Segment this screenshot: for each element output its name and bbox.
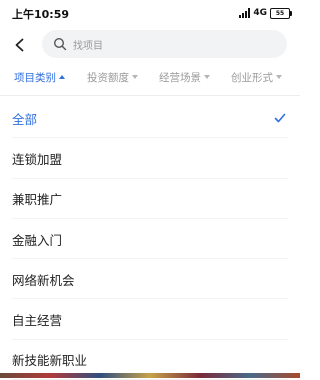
divider (0, 95, 300, 96)
check-icon (274, 112, 286, 124)
filter-bar: 项目类别 投资额度 经营场景 创业形式 (0, 66, 300, 88)
option-label: 自主经营 (12, 313, 63, 329)
back-button[interactable] (8, 33, 32, 57)
battery-icon: 55 (270, 7, 292, 19)
chevron-left-icon (15, 38, 24, 52)
signal-icon (239, 8, 251, 18)
background-content-strip (0, 373, 300, 378)
status-indicators: 4G 55 (239, 6, 292, 20)
filter-tab-label: 经营场景 (159, 71, 201, 84)
option-label: 新技能新职业 (12, 353, 88, 369)
filter-tab-label: 投资额度 (87, 71, 129, 84)
caret-up-icon (59, 75, 65, 79)
status-bar: 上午10:59 4G 55 (0, 0, 300, 26)
search-placeholder: 找项目 (73, 40, 103, 52)
caret-down-icon (204, 75, 210, 79)
filter-tab-investment[interactable]: 投资额度 (87, 66, 138, 88)
status-time: 上午10:59 (12, 8, 70, 21)
category-options-list: 全部 连锁加盟 兼职推广 金融入门 网络新机会 自主经营 新技能新职业 (0, 98, 300, 380)
option-chain-franchise[interactable]: 连锁加盟 (0, 138, 300, 179)
caret-down-icon (132, 75, 138, 79)
network-type: 4G (253, 8, 267, 18)
search-icon (53, 37, 67, 51)
option-online-opportunity[interactable]: 网络新机会 (0, 259, 300, 300)
battery-level: 55 (275, 9, 285, 17)
caret-down-icon (276, 75, 282, 79)
option-label: 全部 (12, 111, 38, 127)
option-part-time-promotion[interactable]: 兼职推广 (0, 179, 300, 220)
option-label: 网络新机会 (12, 272, 75, 288)
filter-tab-scene[interactable]: 经营场景 (159, 66, 210, 88)
filter-tab-form[interactable]: 创业形式 (231, 66, 282, 88)
filter-tab-label: 项目类别 (14, 71, 56, 84)
option-all[interactable]: 全部 (0, 98, 300, 139)
filter-tab-category[interactable]: 项目类别 (14, 66, 65, 88)
option-self-employed[interactable]: 自主经营 (0, 299, 300, 341)
option-label: 金融入门 (12, 232, 63, 248)
option-label: 连锁加盟 (12, 151, 63, 167)
option-label: 兼职推广 (12, 192, 63, 208)
option-finance-intro[interactable]: 金融入门 (0, 219, 300, 260)
search-input[interactable]: 找项目 (42, 30, 287, 58)
filter-tab-label: 创业形式 (231, 71, 273, 84)
